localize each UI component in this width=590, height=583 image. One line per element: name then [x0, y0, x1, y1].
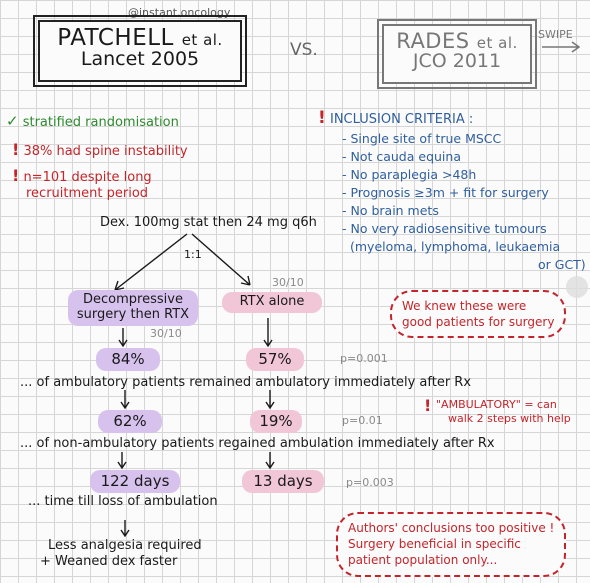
result-rtx-ambulatory: 57% [246, 348, 304, 372]
caption-non-ambulatory: ... of non-ambulatory patients regained … [20, 436, 495, 451]
ambulatory-definition: "AMBULATORY" = can walk 2 steps with hel… [436, 398, 571, 426]
p-value-time: p=0.003 [346, 476, 394, 489]
secondary-outcomes: Less analgesia required + Weaned dex fas… [40, 538, 202, 570]
arm-surgery-dose: 30/10 [150, 327, 182, 340]
result-surgery-ambulatory: 84% [96, 348, 160, 372]
allocation-ratio: 1:1 [184, 248, 202, 261]
caption-ambulatory: ... of ambulatory patients remained ambu… [20, 375, 472, 390]
p-value-ambulatory: p=0.001 [340, 352, 388, 365]
arm-surgery: Decompressive surgery then RTX [68, 290, 198, 326]
cloud-conclusions: Authors' conclusions too positive ! Surg… [336, 512, 567, 577]
result-rtx-non-ambulatory: 19% [250, 410, 302, 434]
arm-rtx-dose: 30/10 [272, 276, 304, 289]
result-rtx-time: 13 days [242, 470, 324, 494]
caption-time: ... time till loss of ambulation [28, 494, 218, 509]
result-surgery-time: 122 days [90, 470, 180, 494]
result-surgery-non-ambulatory: 62% [98, 410, 162, 434]
arm-rtx: RTX alone [222, 292, 322, 313]
ambulatory-definition-icon: ! [424, 396, 432, 415]
p-value-non-ambulatory: p=0.01 [342, 414, 383, 427]
